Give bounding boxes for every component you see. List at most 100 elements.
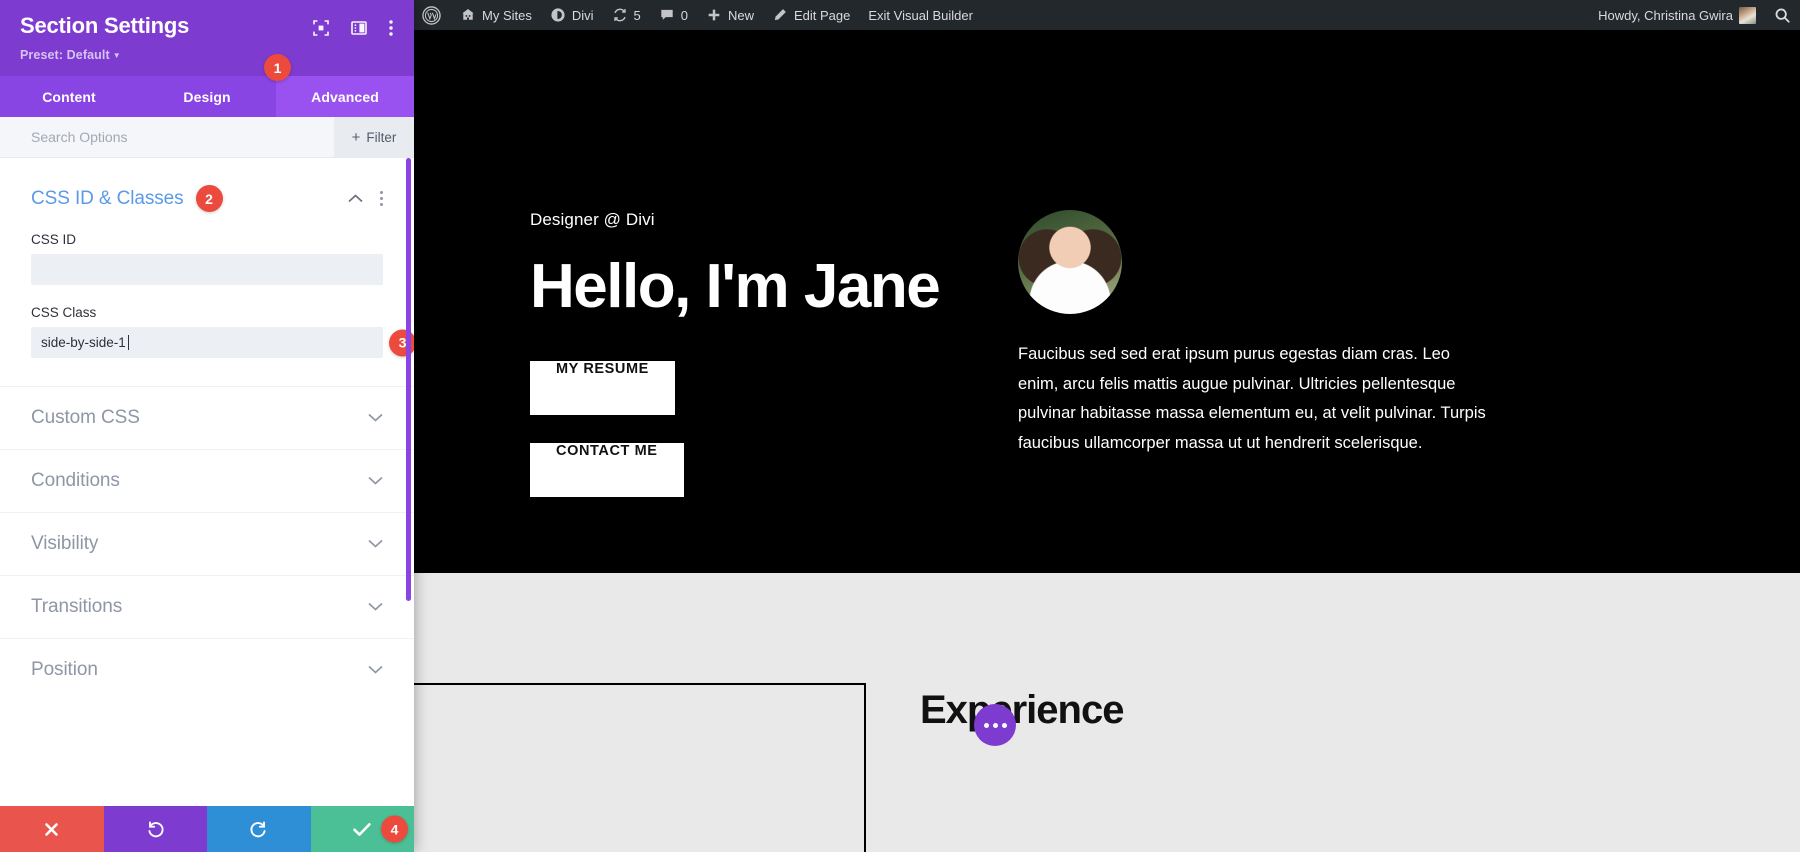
panel-scrollbar[interactable] (406, 158, 412, 806)
redo-icon (250, 821, 266, 837)
search-input[interactable] (0, 117, 334, 157)
edit-page[interactable]: Edit Page (763, 0, 859, 30)
my-resume-button[interactable]: MY RESUME (530, 361, 675, 416)
tab-advanced[interactable]: Advanced (276, 76, 414, 117)
section-custom-css[interactable]: Custom CSS (0, 386, 414, 449)
chevron-down-icon[interactable] (368, 535, 383, 553)
filter-button[interactable]: + Filter (334, 117, 414, 157)
chevron-down-icon[interactable] (368, 598, 383, 616)
section-transitions[interactable]: Transitions (0, 575, 414, 638)
step-badge-1: 1 (264, 54, 291, 81)
experience-heading: Experience (920, 688, 1124, 732)
greeting-label: Howdy, Christina Gwira (1598, 7, 1733, 23)
new-content[interactable]: New (697, 0, 763, 30)
divi-icon (551, 8, 565, 22)
loading-indicator (974, 704, 1016, 746)
section-title-custom-css: Custom CSS (31, 407, 140, 428)
chevron-down-icon[interactable] (368, 409, 383, 427)
field-css-id: CSS ID (31, 212, 383, 285)
hero-title: Hello, I'm Jane (530, 252, 941, 321)
my-sites[interactable]: My Sites (451, 0, 541, 30)
filter-button-label: Filter (366, 129, 397, 145)
css-id-input[interactable] (31, 254, 383, 285)
my-sites-label: My Sites (482, 7, 532, 23)
more-options-icon[interactable] (388, 18, 394, 43)
chevron-down-icon: ▼ (112, 51, 121, 60)
search-row: + Filter (0, 117, 414, 158)
field-label-css-class: CSS Class (31, 305, 97, 320)
undo-icon (148, 821, 164, 837)
section-css-id-classes: CSS ID & Classes 2 CSS ID CSS Class side… (0, 158, 414, 386)
step-badge-4: 4 (381, 815, 408, 843)
preset-label: Preset: Default (20, 48, 110, 62)
panel-header-icons (312, 14, 394, 43)
field-label-css-id: CSS ID (31, 232, 77, 247)
comments-count: 0 (680, 7, 688, 23)
css-class-input[interactable] (31, 327, 383, 358)
section-conditions[interactable]: Conditions (0, 449, 414, 512)
tab-design[interactable]: Design (138, 76, 276, 117)
section-title-css-id-classes[interactable]: CSS ID & Classes (31, 188, 184, 210)
hero-left-column: Designer @ Divi Hello, I'm Jane MY RESUM… (530, 210, 960, 525)
wp-logo[interactable] (414, 0, 451, 30)
admin-search-button[interactable] (1765, 0, 1800, 30)
comment-icon (661, 9, 673, 20)
close-icon (45, 822, 59, 836)
user-account-menu[interactable]: Howdy, Christina Gwira (1589, 0, 1765, 30)
wordpress-logo-icon (422, 5, 441, 25)
panel-body: CSS ID & Classes 2 CSS ID CSS Class side… (0, 158, 414, 806)
expand-icon[interactable] (312, 19, 330, 42)
chevron-down-icon[interactable] (368, 472, 383, 490)
section-title-visibility: Visibility (31, 533, 99, 554)
divi-label: Divi (571, 7, 594, 23)
section-position[interactable]: Position (0, 638, 414, 701)
comments[interactable]: 0 (650, 0, 697, 30)
layout-toggle-icon[interactable] (350, 19, 368, 42)
chevron-down-icon[interactable] (368, 661, 383, 679)
section-settings-panel: Section Settings Preset: Default ▼ Conte… (0, 0, 414, 852)
hero-right-column: Faucibus sed sed erat ipsum purus egesta… (1018, 210, 1488, 458)
outlined-card (414, 683, 866, 852)
contact-me-button[interactable]: CONTACT ME (530, 443, 684, 498)
undo-button[interactable] (103, 806, 207, 852)
panel-scrollbar-thumb[interactable] (406, 158, 411, 601)
exit-visual-builder[interactable]: Exit Visual Builder (859, 0, 982, 30)
plus-icon (708, 9, 720, 21)
hero-buttons: MY RESUME CONTACT ME (530, 361, 960, 498)
hero-kicker: Designer @ Divi (530, 210, 655, 229)
section-visibility[interactable]: Visibility (0, 512, 414, 575)
hero-paragraph: Faucibus sed sed erat ipsum purus egesta… (1018, 345, 1486, 452)
section-more-options-icon[interactable] (380, 191, 383, 206)
sites-icon (462, 8, 474, 20)
page-title: Section Settings (20, 13, 190, 38)
preset-selector[interactable]: Preset: Default ▼ (20, 48, 394, 62)
updates[interactable]: 5 (603, 0, 650, 30)
cancel-button[interactable] (0, 806, 104, 852)
profile-photo (1018, 210, 1122, 314)
search-icon (1775, 8, 1790, 23)
updates-icon (613, 8, 626, 22)
experience-section: Experience (414, 573, 1800, 852)
field-css-class: CSS Class 3 (31, 285, 414, 358)
exit-visual-builder-label: Exit Visual Builder (868, 7, 973, 23)
tab-content[interactable]: Content (0, 76, 138, 117)
panel-header: Section Settings Preset: Default ▼ (0, 0, 414, 76)
check-icon (353, 822, 371, 836)
chevron-up-icon[interactable] (348, 190, 363, 208)
section-title-transitions: Transitions (31, 596, 123, 617)
avatar (1739, 6, 1756, 24)
step-badge-2: 2 (195, 185, 223, 212)
panel-footer: 4 (0, 806, 414, 852)
divi-menu[interactable]: Divi (541, 0, 603, 30)
pencil-icon (774, 9, 786, 21)
section-title-conditions: Conditions (31, 470, 120, 491)
edit-page-label: Edit Page (794, 7, 851, 23)
redo-button[interactable] (207, 806, 311, 852)
updates-count: 5 (633, 7, 641, 23)
section-title-position: Position (31, 659, 98, 680)
page-canvas: + + Designer @ Divi Hello, I'm Jane MY R… (414, 30, 1800, 852)
app-root: Section Settings Preset: Default ▼ Conte… (0, 0, 1800, 852)
plus-icon: + (351, 128, 361, 146)
panel-tabs: Content Design Advanced (0, 76, 414, 117)
wp-admin-bar: My Sites Divi 5 0 New Edit Page Exit Vis… (414, 0, 1800, 30)
